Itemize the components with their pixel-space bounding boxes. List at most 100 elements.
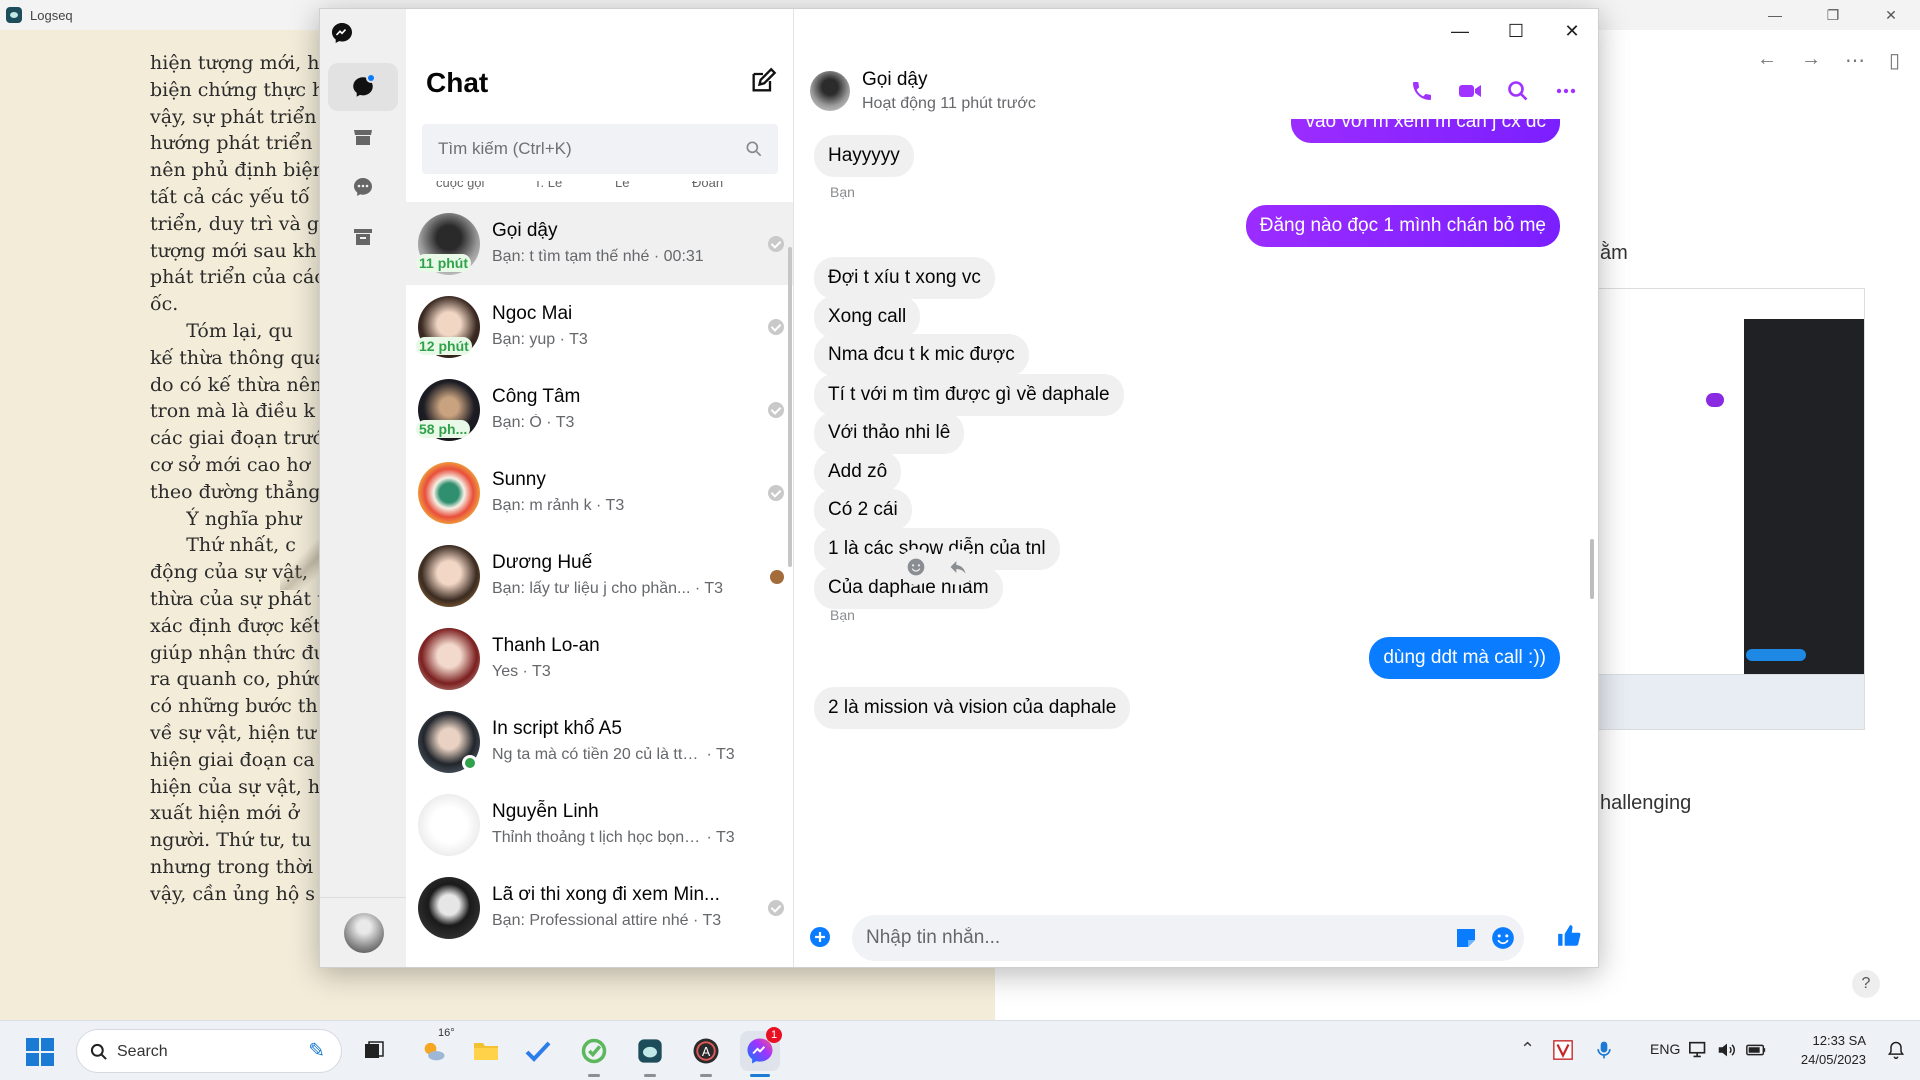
- preview-time: T3: [555, 414, 575, 431]
- battery-icon[interactable]: [1744, 1039, 1768, 1061]
- running-indicator: [700, 1074, 712, 1077]
- contact-strip-label[interactable]: T. Lê: [534, 181, 562, 190]
- conversation-item[interactable]: Sunny Bạn: m rảnh k · T3: [406, 451, 793, 534]
- preview-separator: ·: [541, 414, 556, 431]
- outgoing-message[interactable]: dùng ddt mà call :)): [1369, 637, 1560, 679]
- thread-scrollbar[interactable]: [1590, 539, 1594, 599]
- search-conversation-button[interactable]: [1504, 77, 1532, 105]
- taskbar-logseq[interactable]: [630, 1031, 670, 1077]
- incoming-message[interactable]: Add zô: [814, 451, 902, 493]
- voice-call-button[interactable]: [1408, 77, 1436, 105]
- conversation-item[interactable]: In script khổ A5 Ng ta mà có tiền 20 củ l…: [406, 700, 793, 783]
- microphone-icon[interactable]: [1594, 1039, 1614, 1061]
- contact-strip-label[interactable]: cuộc gọi: [436, 181, 484, 190]
- search-box[interactable]: [422, 124, 778, 174]
- taskbar-task-view[interactable]: [354, 1031, 394, 1071]
- contact-avatar: [418, 545, 480, 607]
- preview-separator: ·: [555, 331, 570, 348]
- seen-check-icon: [768, 485, 784, 501]
- contact-strip-label[interactable]: Lê: [615, 181, 629, 190]
- contact-strip-label[interactable]: Đoàn: [692, 181, 723, 190]
- outgoing-message[interactable]: vào với m xem m cần j cx đc: [1291, 119, 1560, 143]
- start-button[interactable]: [26, 1038, 54, 1066]
- system-clock[interactable]: 12:33 SA 24/05/2023: [1801, 1031, 1866, 1069]
- incoming-message[interactable]: Nma đcu t k mic được: [814, 334, 1029, 376]
- seen-check-icon: [768, 236, 784, 252]
- minimize-button[interactable]: —: [1432, 9, 1488, 53]
- taskbar-weather[interactable]: 16°: [414, 1027, 455, 1071]
- back-arrow-icon[interactable]: ←: [1757, 48, 1777, 73]
- logseq-minimize-button[interactable]: —: [1746, 0, 1804, 30]
- logseq-window-controls: — ❐ ✕: [1746, 0, 1920, 30]
- conversation-item[interactable]: 58 ph... Công Tâm Bạn: Ò · T3: [406, 368, 793, 451]
- sidebar-toggle-icon[interactable]: ▯: [1889, 48, 1900, 73]
- incoming-message[interactable]: Đợi t xíu t xong vc: [814, 257, 995, 299]
- vivaldi-tray-icon[interactable]: [1552, 1039, 1574, 1061]
- network-icon[interactable]: [1688, 1039, 1710, 1061]
- contact-avatar: [418, 877, 480, 939]
- conversation-actions: [1408, 77, 1580, 105]
- my-profile-avatar[interactable]: [344, 913, 384, 953]
- react-button[interactable]: [898, 549, 934, 585]
- embedded-taskbar: [1596, 674, 1864, 729]
- active-time-badge: 11 phút: [416, 254, 472, 272]
- more-icon[interactable]: ⋯: [1845, 48, 1865, 73]
- incoming-message[interactable]: 2 là mission và vision của daphale: [814, 687, 1131, 729]
- incoming-message[interactable]: Với thảo nhi lê: [814, 412, 965, 454]
- rail-marketplace[interactable]: [328, 113, 398, 161]
- reply-button[interactable]: [940, 549, 976, 585]
- notification-bell-icon[interactable]: [1886, 1039, 1906, 1061]
- outgoing-message[interactable]: Đăng nào đọc 1 mình chán bỏ mẹ: [1245, 205, 1560, 247]
- compose-icon[interactable]: [749, 67, 777, 95]
- conversation-item[interactable]: Lã ơi thi xong đi xem Min... Bạn: Profess…: [406, 866, 793, 949]
- conversation-item[interactable]: Thanh Lo-an Yes · T3: [406, 617, 793, 700]
- video-call-button[interactable]: [1456, 77, 1484, 105]
- preview-text: Bạn: Professional attire nhé: [492, 912, 689, 929]
- taskbar-search[interactable]: Search ✎: [76, 1029, 342, 1073]
- store-icon: [354, 130, 372, 145]
- plus-icon[interactable]: [808, 925, 832, 949]
- unread-dot: [366, 73, 376, 83]
- taskbar-app-green[interactable]: [574, 1031, 614, 1077]
- conversation-item[interactable]: Nguyễn Linh Thỉnh thoảng t lịch học bọn t…: [406, 783, 793, 866]
- show-hidden-icons-chevron-icon[interactable]: ⌃: [1520, 1039, 1535, 1060]
- search-input[interactable]: [422, 124, 732, 174]
- taskbar-app-red[interactable]: A: [686, 1031, 726, 1077]
- conversation-title[interactable]: Gọi dậy: [862, 69, 927, 91]
- sticker-icon[interactable]: [1454, 926, 1478, 950]
- chat-list-scrollbar[interactable]: [788, 247, 792, 567]
- clock-date: 24/05/2023: [1800, 1052, 1866, 1067]
- forward-arrow-icon[interactable]: →: [1801, 48, 1821, 73]
- conversation-item[interactable]: 12 phút Ngoc Mai Bạn: yup · T3: [406, 285, 793, 368]
- message-composer: [794, 909, 1598, 967]
- taskbar-file-explorer[interactable]: [466, 1031, 506, 1071]
- input-language[interactable]: ENG: [1650, 1041, 1680, 1057]
- messenger-notification-badge: 1: [766, 1027, 782, 1043]
- incoming-message[interactable]: Tí t với m tìm được gì về daphale: [814, 374, 1124, 416]
- taskbar-messenger[interactable]: 1: [740, 1027, 782, 1077]
- message-input[interactable]: [852, 915, 1412, 961]
- embedded-blue-bubble: [1746, 649, 1806, 661]
- thumbs-up-icon[interactable]: [1556, 923, 1582, 949]
- message-field[interactable]: [852, 915, 1524, 961]
- rail-chats[interactable]: [328, 63, 398, 111]
- conversation-item[interactable]: 11 phút Gọi dậy Bạn: t tìm tạm thế nhé · 0…: [406, 202, 793, 285]
- rail-archive[interactable]: [328, 213, 398, 261]
- close-button[interactable]: ✕: [1544, 9, 1598, 53]
- logseq-maximize-button[interactable]: ❐: [1804, 0, 1862, 30]
- help-button[interactable]: ?: [1852, 970, 1880, 998]
- emoji-icon[interactable]: [1490, 925, 1516, 951]
- rail-requests[interactable]: [328, 163, 398, 211]
- more-options-button[interactable]: [1552, 77, 1580, 105]
- incoming-message[interactable]: 1 là các show diễn của tnl: [814, 528, 1060, 570]
- more-dots-icon: [1556, 88, 1576, 94]
- conversation-item[interactable]: Dương Huế Bạn: lấy tư liệu j cho phần... …: [406, 534, 793, 617]
- incoming-message[interactable]: Hayyyyy: [814, 135, 914, 177]
- conversation-avatar[interactable]: [810, 71, 850, 111]
- incoming-message[interactable]: Có 2 cái: [814, 489, 912, 531]
- incoming-message[interactable]: Xong call: [814, 296, 921, 338]
- logseq-close-button[interactable]: ✕: [1862, 0, 1920, 30]
- taskbar-todo[interactable]: [518, 1031, 558, 1071]
- volume-icon[interactable]: [1716, 1039, 1738, 1061]
- maximize-button[interactable]: ☐: [1488, 9, 1544, 53]
